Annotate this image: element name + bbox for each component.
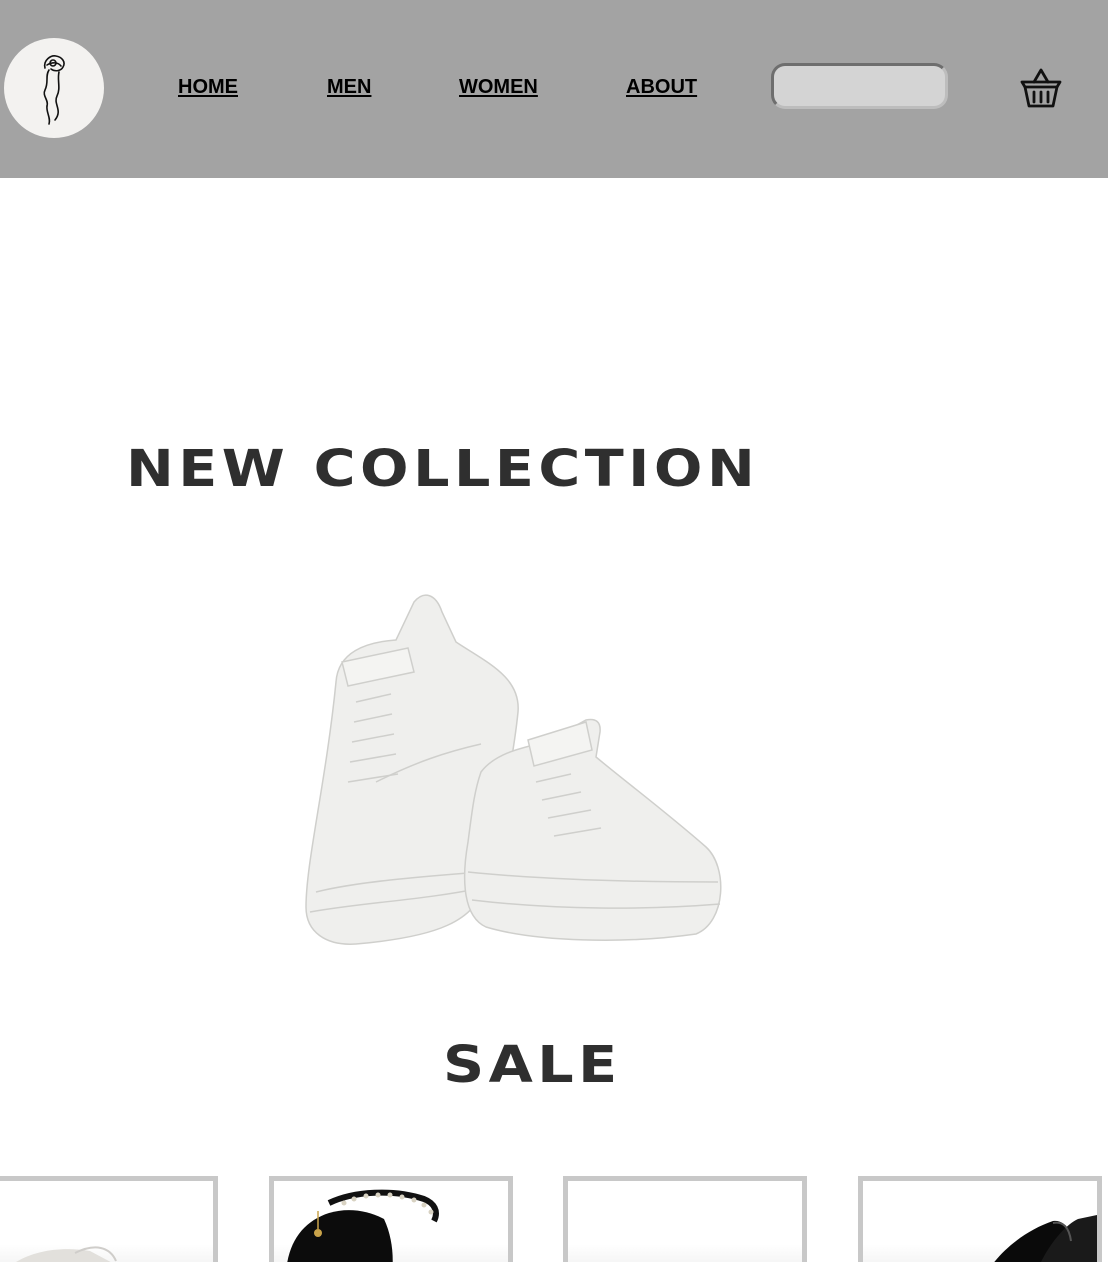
product-image-black-heels [287,1189,439,1262]
woman-silhouette-icon [43,55,65,125]
site-header: HOME MEN WOMEN ABOUT [0,0,1108,178]
new-collection-heading: NEW COLLECTION [126,440,760,499]
sale-heading: SALE [443,1036,622,1095]
sale-product-card[interactable] [858,1176,1102,1262]
sale-product-card[interactable] [563,1176,807,1262]
sale-product-card[interactable] [0,1176,218,1262]
search-input[interactable] [771,63,948,109]
product-image-white-sneakers [15,1246,117,1262]
cart-button[interactable] [1019,64,1065,112]
page: HOME MEN WOMEN ABOUT NEW COLLECTION SALE [0,0,1108,1262]
basket-icon [1020,68,1062,108]
product-image-black-pumps [994,1215,1097,1262]
nav-women-link[interactable]: WOMEN [459,76,538,99]
logo[interactable] [4,38,104,138]
nav-home-link[interactable]: HOME [178,76,238,99]
nav-men-link[interactable]: MEN [327,76,371,99]
nav-about-link[interactable]: ABOUT [626,76,697,99]
sale-product-card[interactable] [269,1176,513,1262]
hero-sneakers-image [296,582,730,946]
